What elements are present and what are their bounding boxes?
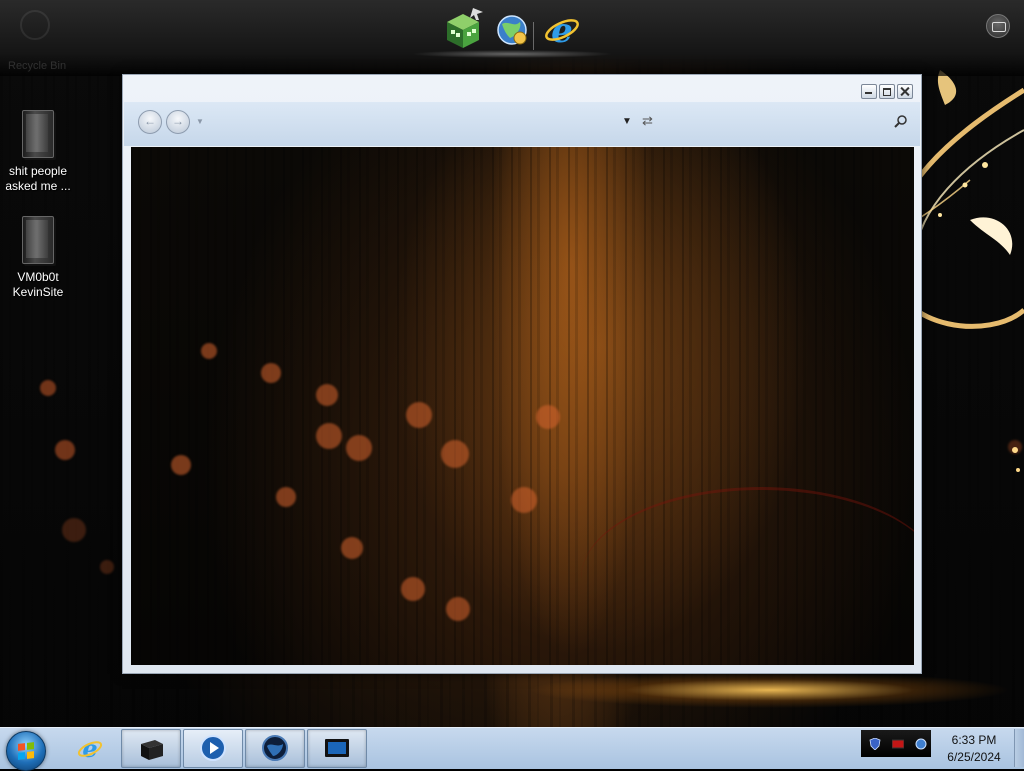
clock-time: 6:33 PM	[951, 733, 997, 747]
taskbar-media-player[interactable]	[183, 729, 243, 768]
content-bokeh	[316, 423, 342, 449]
window-content-area	[131, 147, 914, 665]
minimize-button[interactable]	[861, 84, 877, 99]
black-box-app-icon	[141, 740, 163, 760]
wallpaper-bokeh	[40, 380, 56, 396]
monitor-icon	[325, 739, 349, 757]
content-bokeh	[316, 384, 338, 406]
forward-button[interactable]: →	[166, 110, 190, 134]
folder-icon	[22, 216, 54, 264]
volume-icon[interactable]	[915, 738, 927, 750]
notification-area	[861, 730, 931, 757]
search-icon[interactable]	[894, 114, 908, 128]
system-clock[interactable]: 6:33 PM 6/25/2024	[938, 732, 1010, 766]
maximize-button[interactable]	[879, 84, 895, 99]
window-controls	[861, 84, 913, 99]
recycle-bin-icon[interactable]	[20, 10, 50, 40]
content-bokeh	[346, 435, 372, 461]
wallpaper-bokeh	[62, 518, 86, 542]
internet-explorer-icon[interactable]: e	[542, 8, 582, 50]
desktop-folder[interactable]: shit people asked me ...	[0, 110, 76, 194]
dock-shelf	[410, 50, 615, 58]
content-bokeh	[201, 343, 217, 359]
folder-icon	[22, 110, 54, 158]
svg-text:e: e	[82, 734, 97, 762]
back-button[interactable]: ←	[138, 110, 162, 134]
clock-date: 6/25/2024	[947, 750, 1001, 764]
desktop-folder[interactable]: VM0b0t KevinSite	[0, 216, 76, 300]
content-bokeh	[441, 440, 469, 468]
close-button[interactable]	[897, 84, 913, 99]
internet-explorer-icon: e	[77, 734, 103, 762]
network-warning-icon[interactable]	[892, 738, 904, 750]
address-dropdown-icon[interactable]: ▼	[622, 116, 632, 127]
back-arrow-icon: ←	[144, 114, 156, 128]
content-bokeh	[406, 402, 432, 428]
content-bokeh	[536, 405, 560, 429]
forward-arrow-icon: →	[172, 114, 184, 128]
recycle-bin-label: Recycle Bin	[8, 60, 67, 72]
start-button[interactable]	[6, 731, 46, 771]
dock-separator	[533, 22, 534, 50]
taskbar-globe-app[interactable]	[245, 729, 305, 768]
content-bokeh	[276, 487, 296, 507]
explorer-window[interactable]: ← → ▼ ▼ ⇄	[122, 74, 922, 674]
svg-text:e: e	[551, 11, 573, 50]
desktop-folder-label: VM0b0t KevinSite	[12, 270, 64, 299]
content-bokeh	[341, 537, 363, 559]
media-player-icon	[200, 735, 226, 761]
wallpaper-light-streak	[520, 670, 1024, 710]
content-bokeh	[401, 577, 425, 601]
cube-app-icon[interactable]	[443, 8, 483, 50]
taskbar-black-box-app[interactable]	[121, 729, 181, 768]
taskbar-monitor-app[interactable]	[307, 729, 367, 768]
navigation-bar: ← → ▼ ▼ ⇄	[124, 102, 920, 146]
globe-network-icon[interactable]	[492, 8, 532, 50]
briefcase-icon[interactable]	[986, 14, 1010, 38]
desktop-folder-label: shit people asked me ...	[5, 164, 71, 193]
show-desktop-button[interactable]	[1014, 729, 1024, 767]
content-bokeh	[261, 363, 281, 383]
wallpaper-bokeh	[55, 440, 75, 460]
refresh-icon[interactable]: ⇄	[642, 113, 653, 129]
content-bokeh	[171, 455, 191, 475]
security-shield-icon[interactable]	[869, 738, 881, 750]
wallpaper-bokeh	[100, 560, 114, 574]
globe-icon	[262, 735, 288, 761]
recent-pages-dropdown[interactable]: ▼	[196, 117, 204, 126]
content-bokeh	[446, 597, 470, 621]
content-bokeh	[511, 487, 537, 513]
taskbar-internet-explorer[interactable]: e	[60, 729, 120, 768]
